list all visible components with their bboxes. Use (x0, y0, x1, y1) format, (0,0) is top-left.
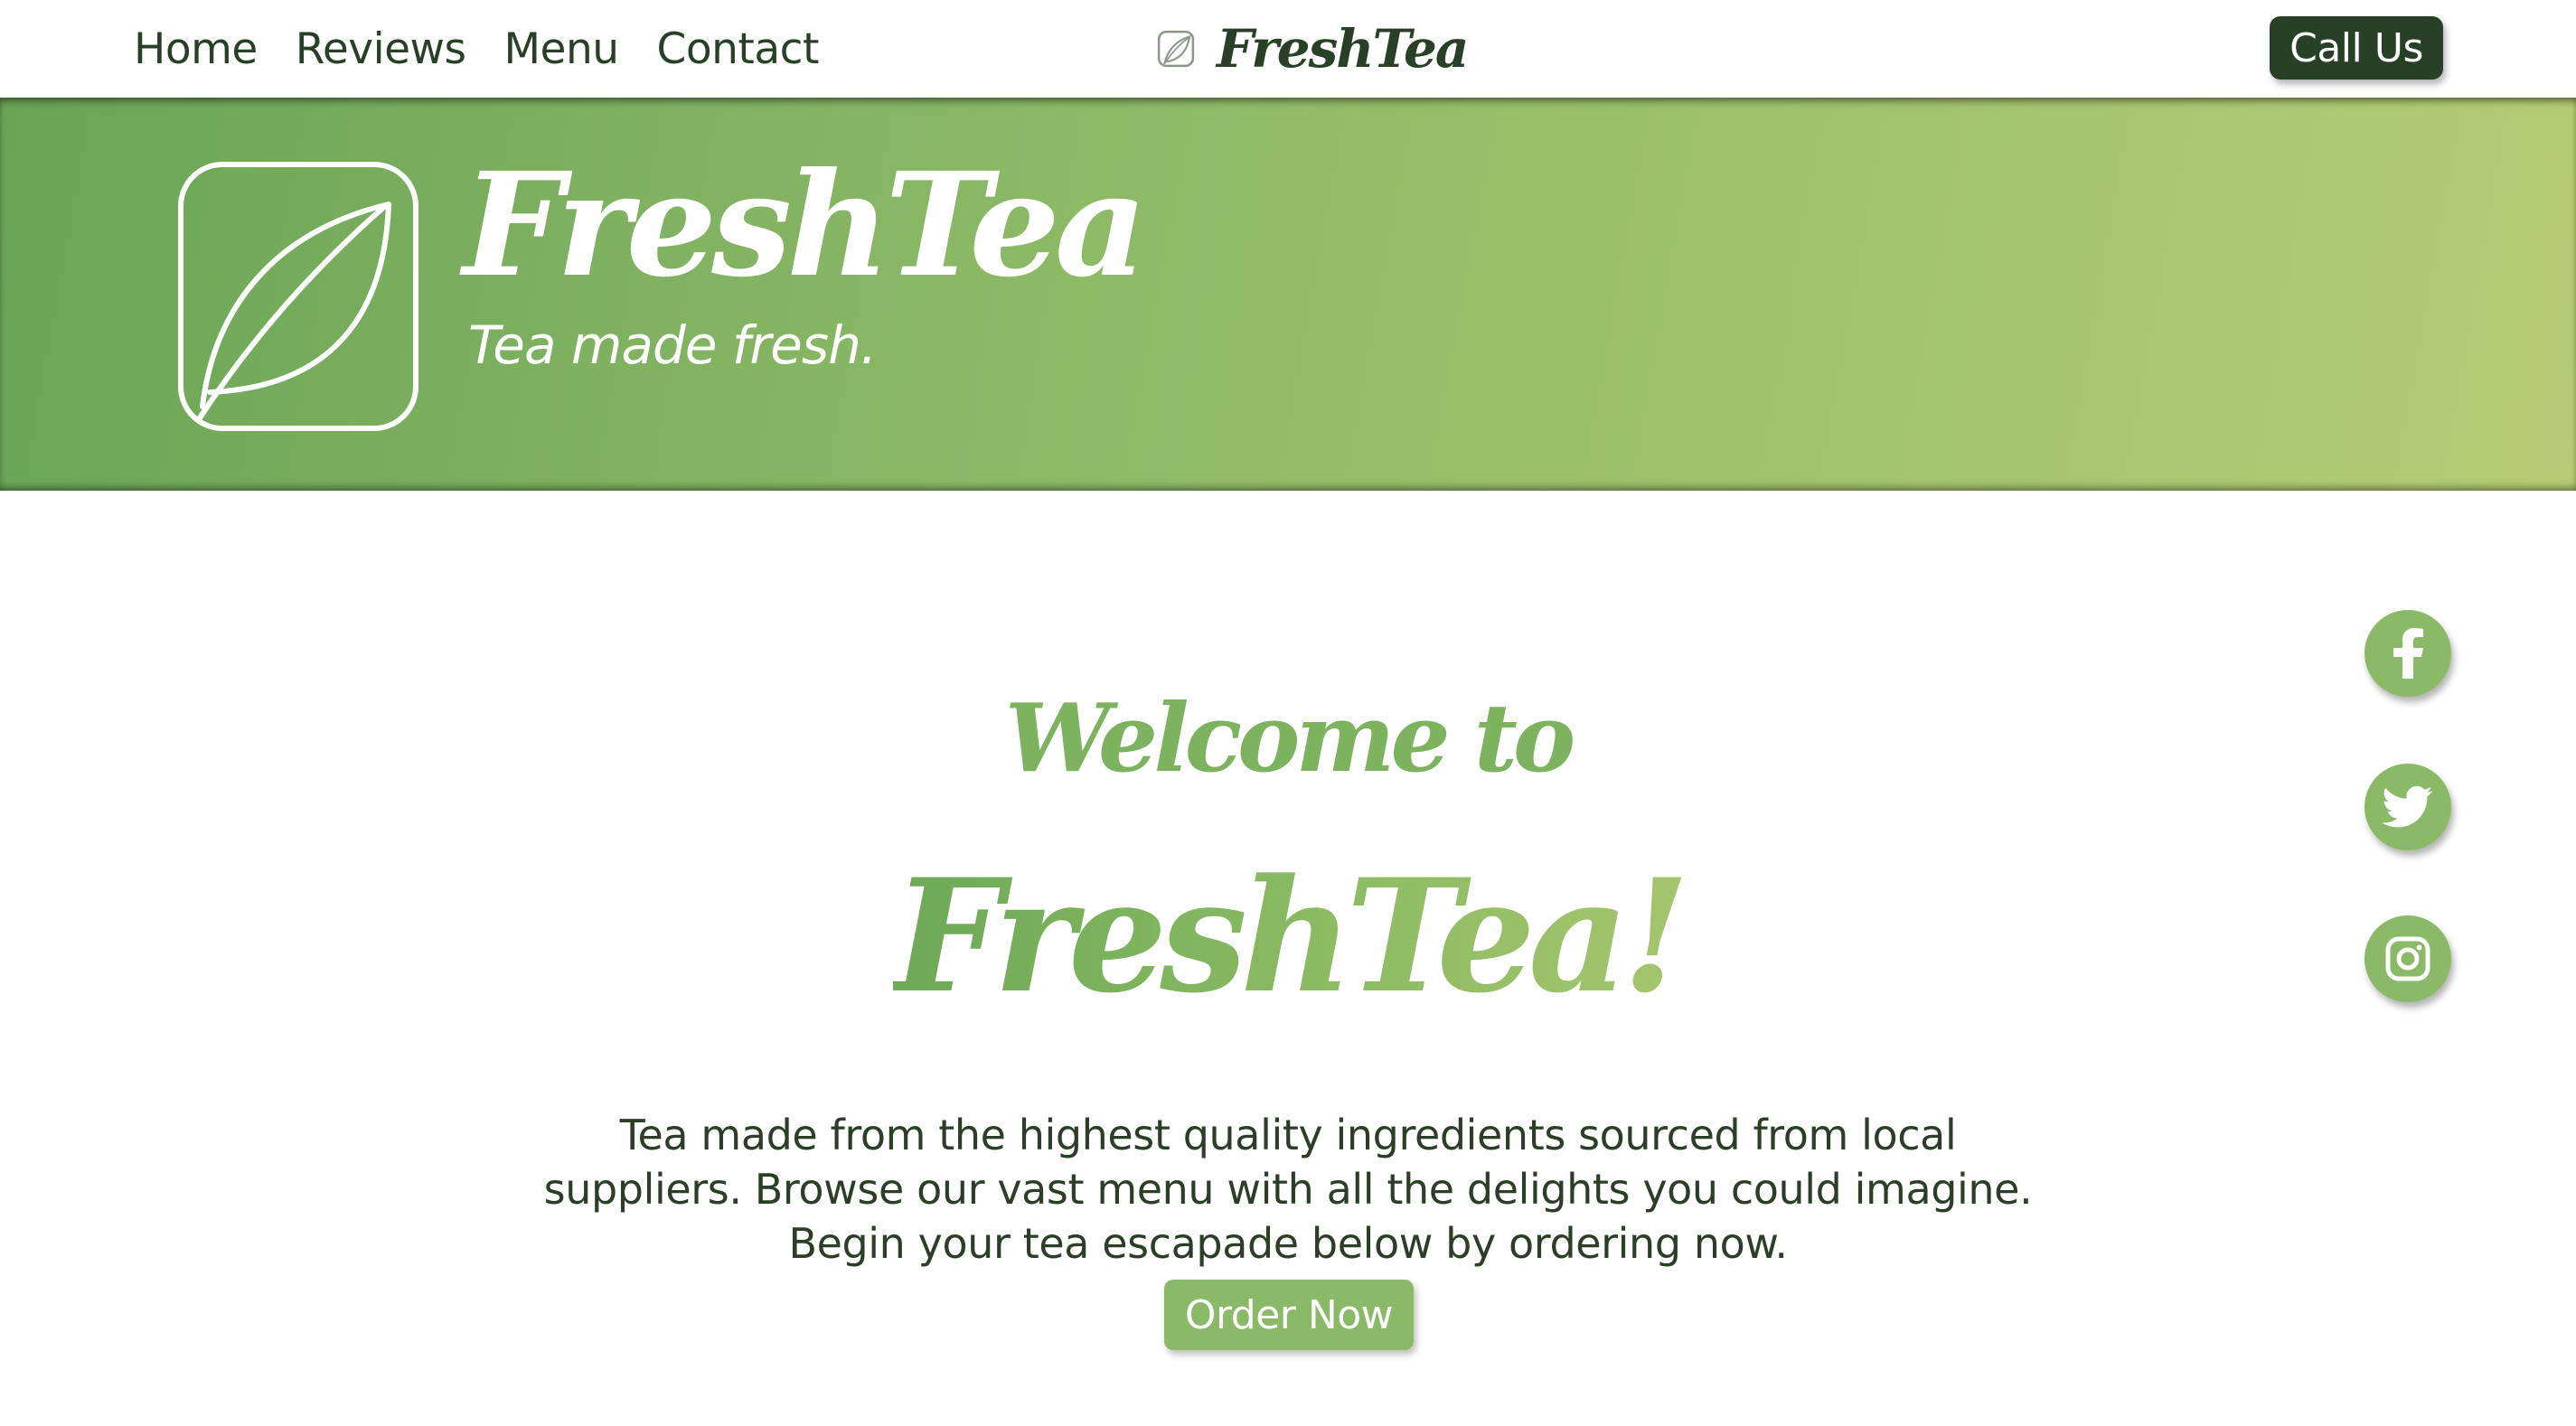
instagram-link[interactable] (2364, 915, 2451, 1002)
top-navbar: Home Reviews Menu Contact FreshTea Call … (0, 0, 2576, 98)
nav-home-link[interactable]: Home (134, 24, 258, 74)
intro-paragraph: Tea made from the highest quality ingred… (543, 1111, 2033, 1268)
leaf-icon (178, 162, 418, 431)
facebook-link[interactable] (2364, 610, 2451, 697)
twitter-icon (2383, 785, 2433, 828)
order-now-button[interactable]: Order Now (1164, 1280, 1414, 1350)
facebook-icon (2393, 628, 2423, 679)
welcome-heading: Welcome to (1004, 682, 1576, 793)
hero-banner: FreshTea Tea made fresh. (0, 98, 2576, 491)
hero-tagline: Tea made fresh. (468, 314, 877, 376)
call-us-button[interactable]: Call Us (2270, 16, 2443, 80)
instagram-icon (2385, 936, 2430, 981)
navbar-brand-name: FreshTea (1217, 18, 1469, 80)
navbar-brand[interactable]: FreshTea (1157, 16, 1469, 81)
nav-reviews-link[interactable]: Reviews (296, 24, 466, 74)
welcome-brand-heading: FreshTea! (0, 846, 2576, 1027)
hero-title: FreshTea (463, 142, 1147, 309)
nav-menu-link[interactable]: Menu (503, 24, 619, 74)
nav-links: Home Reviews Menu Contact (134, 0, 819, 98)
leaf-logo-icon (1157, 30, 1195, 68)
welcome-brand-text: FreshTea! (893, 844, 1690, 1027)
nav-contact-link[interactable]: Contact (657, 24, 820, 74)
twitter-link[interactable] (2364, 764, 2451, 850)
